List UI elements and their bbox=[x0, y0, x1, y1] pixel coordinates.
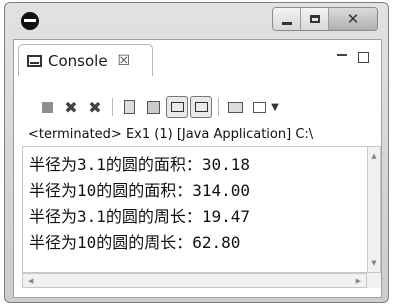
show-on-stderr-icon[interactable] bbox=[190, 96, 212, 118]
output-line-3: 半径为3.1的圆的周长：19.47 bbox=[29, 207, 251, 226]
scroll-right-arrow-icon[interactable]: ▶ bbox=[356, 276, 361, 286]
view-maximize-icon[interactable] bbox=[358, 52, 369, 63]
output-line-1: 半径为3.1的圆的面积：30.18 bbox=[29, 155, 251, 174]
remove-all-terminated-icon[interactable]: ✖ bbox=[84, 96, 106, 118]
title-bar: ✕ bbox=[5, 3, 388, 39]
view-tab-row: Console ☒ bbox=[14, 40, 381, 76]
toolbar-separator bbox=[112, 98, 113, 116]
tab-console[interactable]: Console ☒ bbox=[18, 44, 153, 76]
display-selected-console-icon[interactable] bbox=[248, 96, 270, 118]
scroll-left-arrow-icon[interactable]: ◀ bbox=[28, 276, 33, 286]
tab-close-icon[interactable]: ☒ bbox=[118, 53, 131, 69]
maximize-icon bbox=[309, 15, 320, 23]
tab-console-label: Console bbox=[48, 51, 108, 70]
scroll-down-arrow-icon[interactable]: ▼ bbox=[368, 258, 380, 268]
console-toolbar: ✖ ✖ ▼ bbox=[14, 96, 381, 122]
clear-console-icon[interactable] bbox=[118, 96, 140, 118]
toolbar-separator bbox=[218, 98, 219, 116]
pin-console-icon[interactable] bbox=[224, 96, 246, 118]
eclipse-console-window: ✕ Console ☒ ✖ ✖ ▼ <terminated> Ex1 (1) [… bbox=[4, 2, 389, 303]
vertical-scrollbar[interactable]: ▲ ▼ bbox=[367, 146, 381, 273]
eclipse-app-icon[interactable] bbox=[21, 12, 39, 30]
launch-status-text: <terminated> Ex1 (1) [Java Application] … bbox=[28, 127, 314, 142]
maximize-button[interactable] bbox=[301, 8, 329, 30]
scrollbar-corner bbox=[367, 273, 381, 288]
close-icon: ✕ bbox=[346, 9, 360, 28]
minimize-icon bbox=[281, 21, 292, 25]
scroll-up-arrow-icon[interactable]: ▲ bbox=[368, 151, 380, 161]
console-view: Console ☒ ✖ ✖ ▼ <terminated> Ex1 (1) [Ja… bbox=[13, 39, 382, 298]
close-button[interactable]: ✕ bbox=[329, 8, 377, 30]
window-controls: ✕ bbox=[272, 7, 378, 31]
console-icon bbox=[27, 54, 42, 67]
scroll-lock-icon[interactable] bbox=[142, 96, 164, 118]
terminate-icon[interactable] bbox=[36, 96, 58, 118]
open-console-dropdown-icon[interactable]: ▼ bbox=[268, 96, 282, 118]
horizontal-scrollbar[interactable]: ◀ ▶ bbox=[22, 273, 367, 288]
remove-launch-icon[interactable]: ✖ bbox=[60, 96, 82, 118]
minimize-button[interactable] bbox=[273, 8, 301, 30]
console-output-area[interactable]: 半径为3.1的圆的面积：30.18 半径为10的圆的面积：314.00 半径为3… bbox=[22, 146, 367, 273]
output-line-2: 半径为10的圆的面积：314.00 bbox=[29, 181, 251, 200]
view-minimize-icon[interactable] bbox=[337, 54, 347, 56]
show-on-stdout-icon[interactable] bbox=[166, 96, 188, 118]
output-line-4: 半径为10的圆的周长：62.80 bbox=[29, 233, 241, 252]
